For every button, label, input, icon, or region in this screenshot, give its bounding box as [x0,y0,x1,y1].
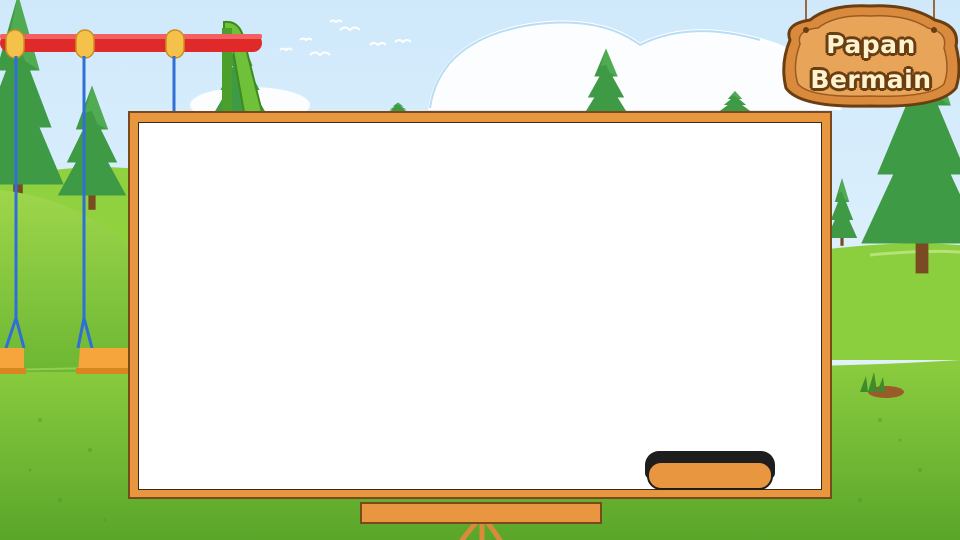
hanging-sign: Papan Bermain [782,8,960,110]
eraser-icon[interactable] [645,451,775,491]
whiteboard-ledge [360,502,602,524]
whiteboard-surface[interactable] [138,122,822,490]
sign-title-line1: Papan [826,30,916,59]
right-hill [820,243,960,360]
eraser-handle [647,461,773,490]
sign-title-line2: Bermain [810,65,932,94]
